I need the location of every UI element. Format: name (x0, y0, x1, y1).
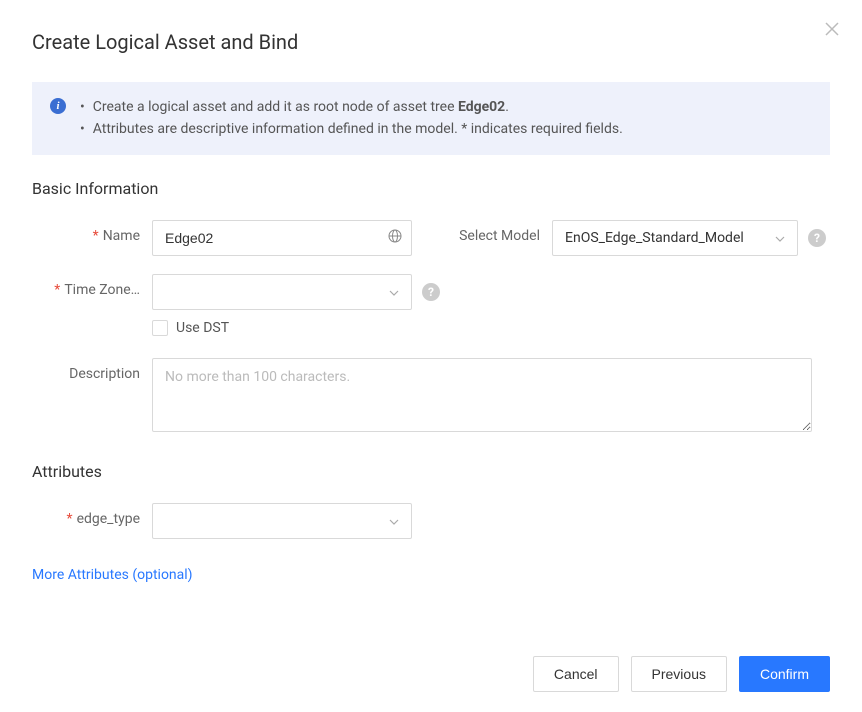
name-input[interactable] (152, 220, 412, 256)
dialog-footer: Cancel Previous Confirm (533, 656, 830, 692)
info-line1-prefix: Create a logical asset and add it as roo… (93, 99, 458, 115)
description-label: Description (32, 358, 152, 382)
previous-button[interactable]: Previous (631, 656, 727, 692)
chevron-down-icon (389, 513, 399, 529)
info-icon: i (50, 98, 66, 114)
info-line1-suffix: . (505, 99, 509, 115)
name-label: *Name (32, 220, 152, 244)
section-attributes: Attributes (32, 462, 830, 481)
info-text: • Create a logical asset and add it as r… (80, 96, 623, 141)
help-icon[interactable]: ? (808, 229, 826, 247)
dialog-title: Create Logical Asset and Bind (32, 30, 830, 54)
chevron-down-icon (389, 284, 399, 300)
dst-checkbox[interactable] (152, 320, 168, 336)
chevron-down-icon (775, 230, 785, 246)
confirm-button[interactable]: Confirm (739, 656, 830, 692)
dst-label: Use DST (176, 320, 229, 336)
section-basic-info: Basic Information (32, 179, 830, 198)
more-attributes-link[interactable]: More Attributes (optional) (32, 567, 193, 583)
edgetype-select[interactable] (152, 503, 412, 539)
model-select-value: EnOS_Edge_Standard_Model (565, 230, 744, 246)
info-line1-bold: Edge02 (458, 99, 505, 115)
globe-icon[interactable] (388, 229, 402, 247)
timezone-label: *Time Zone… (32, 274, 152, 298)
help-icon[interactable]: ? (422, 283, 440, 301)
close-icon[interactable] (824, 20, 840, 40)
model-select[interactable]: EnOS_Edge_Standard_Model (552, 220, 798, 256)
model-label: Select Model (432, 220, 552, 244)
timezone-select[interactable] (152, 274, 412, 310)
description-textarea[interactable] (152, 358, 812, 432)
info-banner: i • Create a logical asset and add it as… (32, 82, 830, 155)
cancel-button[interactable]: Cancel (533, 656, 619, 692)
info-line2: Attributes are descriptive information d… (93, 118, 623, 140)
edgetype-label: *edge_type (32, 503, 152, 527)
